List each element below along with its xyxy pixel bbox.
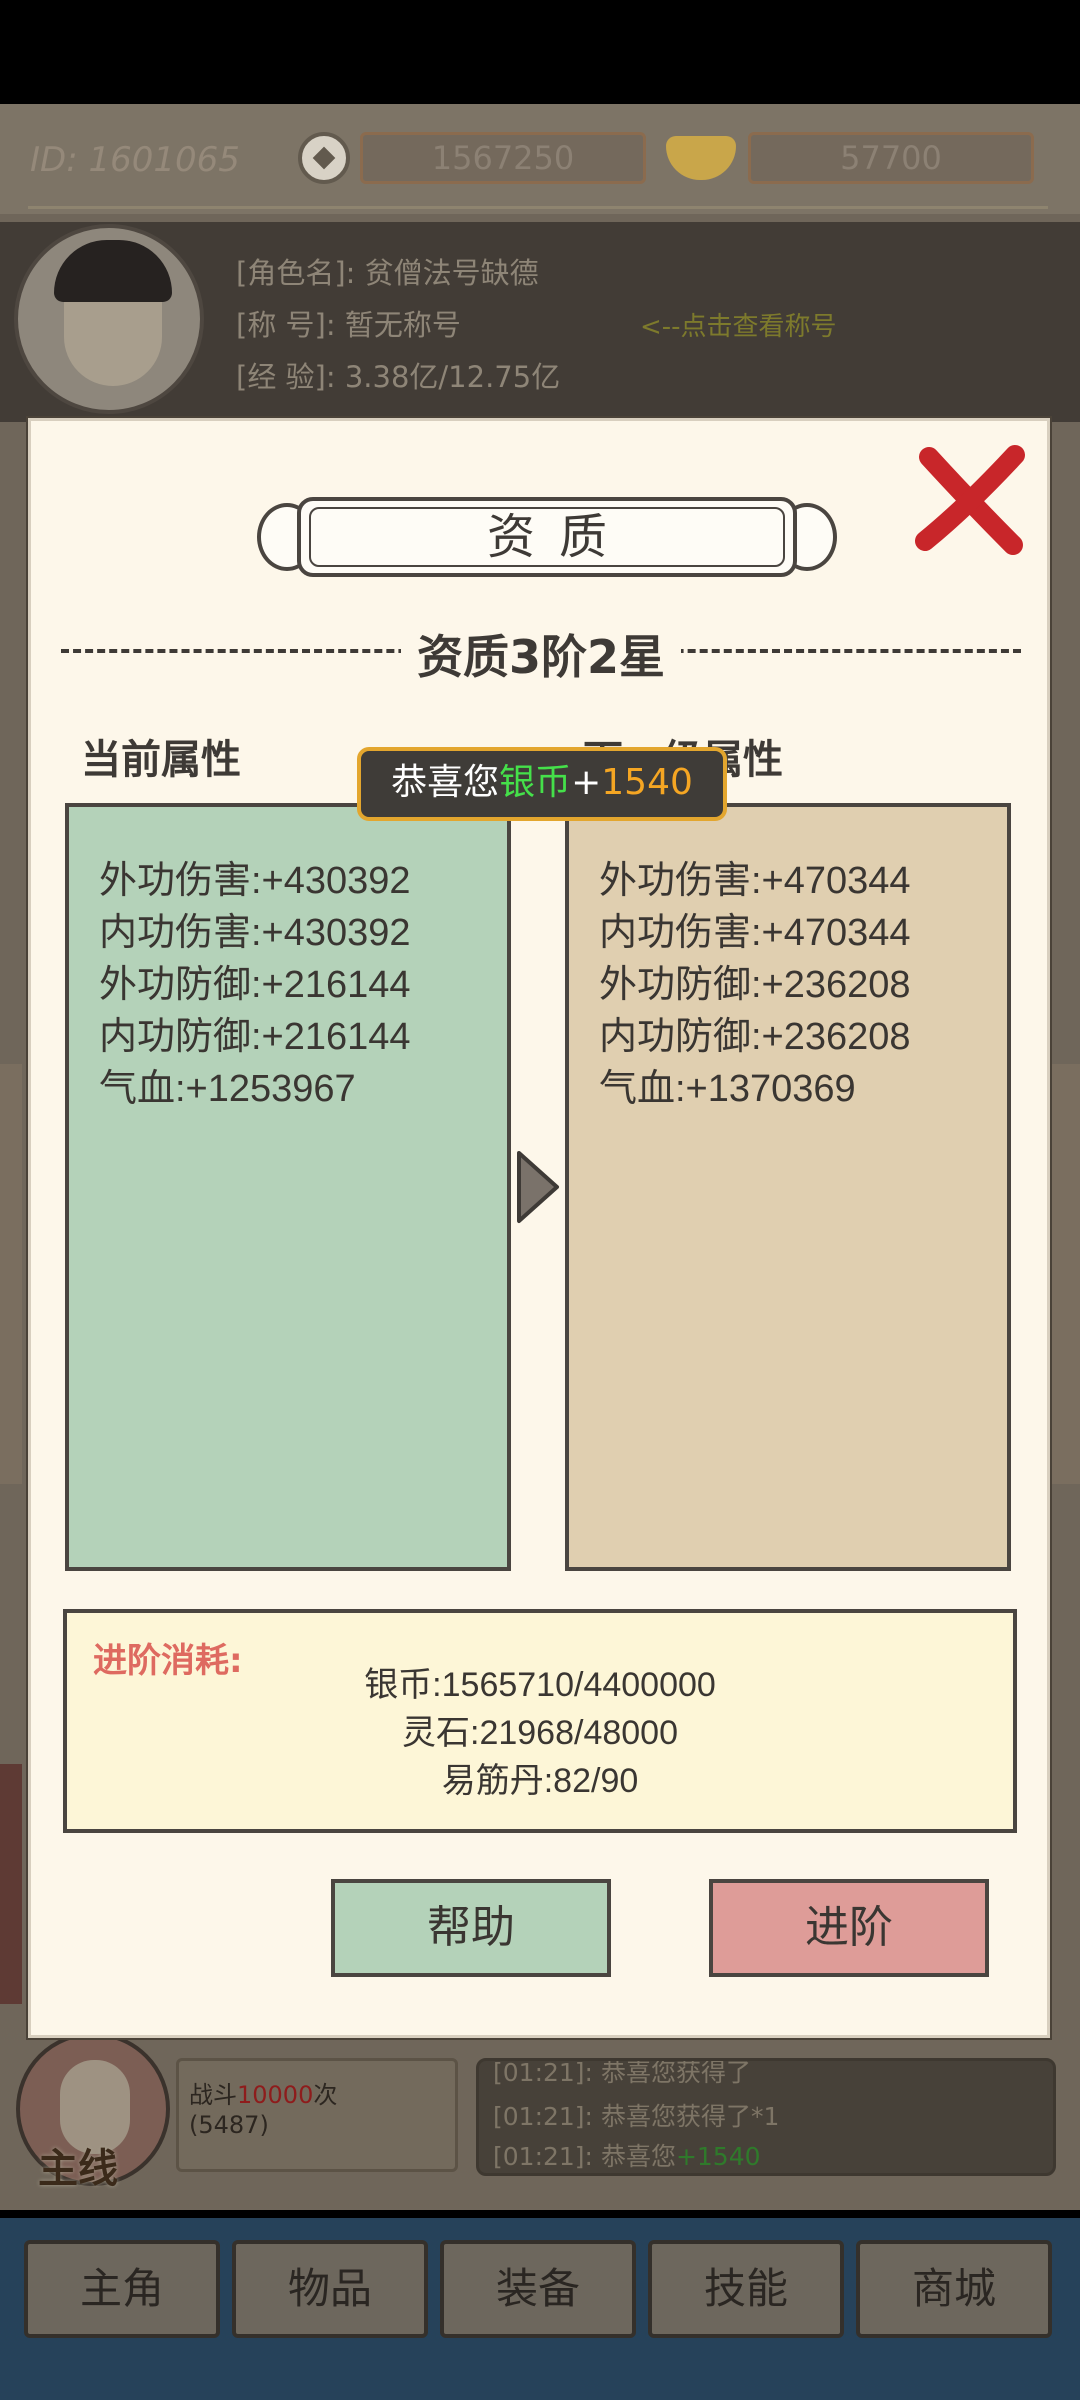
top-currency-bar: ID: 1601065 1567250 57700	[0, 104, 1080, 214]
nav-equipment[interactable]: 装备	[440, 2240, 636, 2338]
current-attributes-panel: 外功伤害:+430392 内功伤害:+430392 外功防御:+216144 内…	[65, 803, 511, 1571]
stage-level: 资质3阶2星	[61, 621, 1021, 687]
battle-count-line: 战斗10000次	[189, 2081, 338, 2109]
reward-toast: 恭喜您银币+1540	[357, 747, 727, 821]
stat-row: 内功防御:+236208	[599, 1016, 911, 1058]
nav-shop[interactable]: 商城	[856, 2240, 1052, 2338]
next-attributes-panel: 外功伤害:+470344 内功伤害:+470344 外功防御:+236208 内…	[565, 803, 1011, 1571]
advance-button[interactable]: 进阶	[709, 1879, 989, 1977]
aptitude-dialog: 资质 资质3阶2星 当前属性 下一级属性 外功伤害:+430392 内功伤害:+…	[28, 418, 1050, 2038]
stat-row: 外功伤害:+470344	[599, 860, 911, 902]
battle-count-sub: (5487)	[189, 2111, 269, 2139]
close-icon[interactable]	[911, 441, 1031, 561]
character-avatar[interactable]	[14, 224, 204, 414]
nav-items[interactable]: 物品	[232, 2240, 428, 2338]
arrow-right-icon	[517, 1151, 559, 1223]
divider	[28, 206, 1048, 209]
cost-row: 灵石:21968/48000	[402, 1714, 678, 1752]
advance-cost-box: 进阶消耗: 银币:1565710/4400000 灵石:21968/48000 …	[63, 1609, 1017, 1833]
gold-balance: 57700	[748, 132, 1034, 184]
stat-row: 气血:+1370369	[599, 1068, 856, 1110]
nav-skills[interactable]: 技能	[648, 2240, 844, 2338]
stat-row: 内功伤害:+430392	[99, 912, 411, 954]
dialog-title: 资质	[486, 509, 631, 565]
current-attributes-heading: 当前属性	[81, 737, 241, 783]
stat-row: 内功防御:+216144	[99, 1016, 411, 1058]
dialog-title-plate: 资质	[247, 491, 847, 583]
cost-row: 易筋丹:82/90	[441, 1762, 639, 1800]
stat-row: 外功防御:+236208	[599, 964, 911, 1006]
gold-ingot-icon	[666, 136, 736, 180]
nav-hero[interactable]: 主角	[24, 2240, 220, 2338]
character-name: [角色名]: 贫僧法号缺德	[236, 256, 539, 290]
stat-row: 气血:+1253967	[99, 1068, 356, 1110]
stat-row: 外功防御:+216144	[99, 964, 411, 1006]
silver-balance: 1567250	[360, 132, 646, 184]
avatar-hair	[54, 240, 172, 302]
main-quest-label[interactable]: 主线	[38, 2136, 118, 2194]
bottom-nav: 主角 物品 装备 技能 商城	[0, 2218, 1080, 2400]
cost-row: 银币:1565710/4400000	[364, 1666, 716, 1704]
log-line: [01:21]: 恭喜您+1540	[493, 2142, 761, 2171]
player-id: ID: 1601065	[30, 140, 240, 180]
character-exp: [经 验]: 3.38亿/12.75亿	[236, 360, 561, 394]
character-title: [称 号]: 暂无称号	[236, 308, 461, 342]
stage-header: 资质3阶2星	[61, 621, 1021, 684]
left-edge-banner	[0, 1764, 22, 2004]
log-line: [01:21]: 恭喜您获得了*1	[493, 2102, 780, 2131]
right-edge-scenery	[1050, 1064, 1080, 1484]
stat-row: 内功伤害:+470344	[599, 912, 911, 954]
help-button[interactable]: 帮助	[331, 1879, 611, 1977]
reward-log: [01:21]: 恭喜您获得了 [01:21]: 恭喜您获得了*1 [01:21…	[476, 2058, 1056, 2176]
silver-coin-icon	[298, 132, 350, 184]
log-line: [01:21]: 恭喜您获得了	[493, 2058, 751, 2087]
view-title-hint[interactable]: <--点击查看称号	[640, 306, 837, 343]
stat-row: 外功伤害:+430392	[99, 860, 411, 902]
battle-counter: 战斗10000次 (5487)	[176, 2058, 458, 2172]
left-edge-scenery	[0, 1064, 22, 1484]
